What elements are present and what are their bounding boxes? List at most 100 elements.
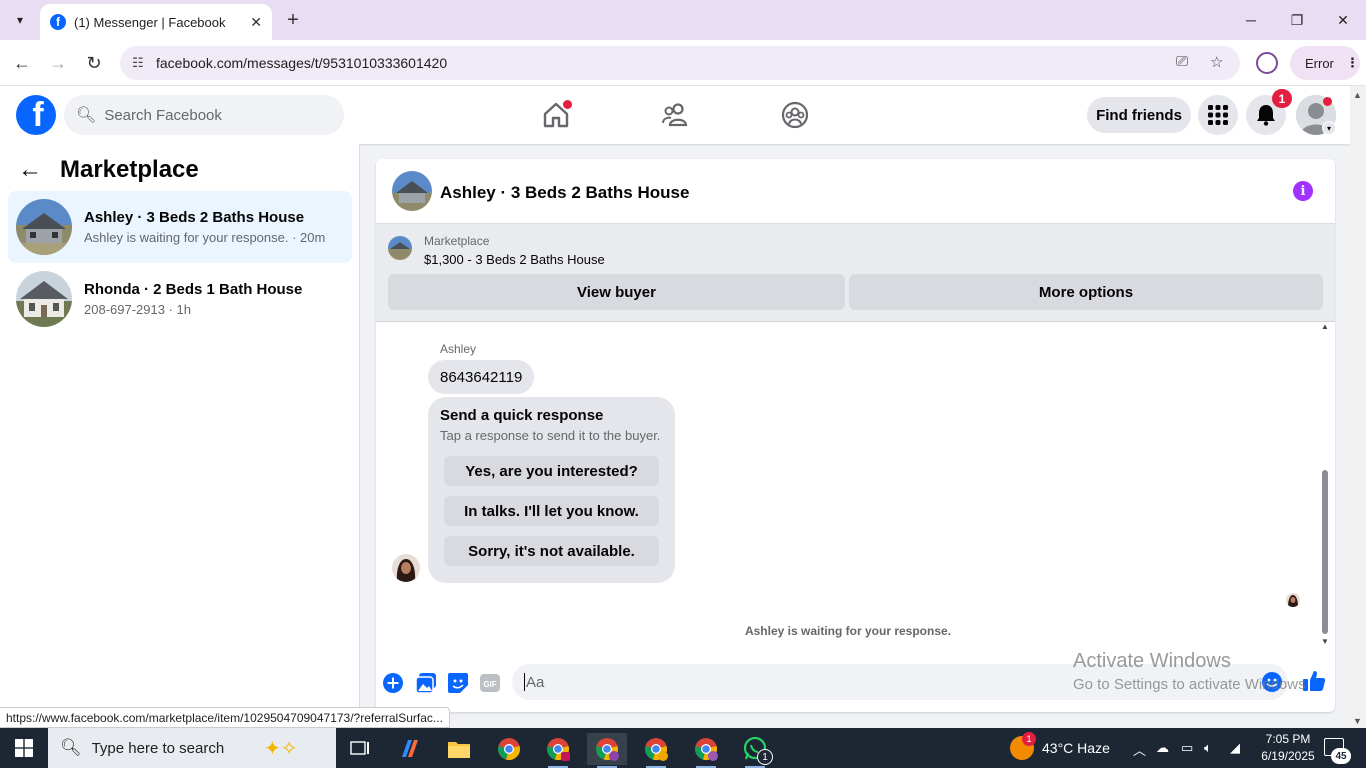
quick-response-option[interactable]: In talks. I'll let you know. [444, 496, 659, 526]
weather-widget[interactable]: 1 43°C Haze [1010, 728, 1110, 768]
profile-icon[interactable] [1256, 52, 1278, 74]
friends-icon[interactable] [661, 100, 691, 130]
tab-search-dropdown-icon[interactable]: ▾ [8, 8, 32, 32]
photo-icon[interactable] [415, 672, 437, 694]
groups-icon[interactable] [780, 100, 810, 130]
listing-thumbnail [388, 236, 412, 260]
watermark-line2: Go to Settings to activate Windows. [1073, 676, 1310, 693]
marketplace-sidebar: ← Marketplace Ashley · 3 Beds 2 Baths Ho… [0, 144, 360, 728]
message-input-placeholder: Aa [526, 673, 545, 691]
account-chevron-icon[interactable]: ▾ [1322, 121, 1336, 135]
chrome-profile-icon[interactable] [636, 733, 676, 768]
view-buyer-button[interactable]: View buyer [388, 274, 845, 310]
whatsapp-badge: 1 [757, 749, 773, 765]
plus-circle-icon[interactable] [382, 672, 404, 694]
marketplace-listing-card: Marketplace $1,300 - 3 Beds 2 Baths Hous… [376, 224, 1335, 322]
address-bar[interactable]: ☷ facebook.com/messages/t/95310103336014… [120, 46, 1240, 80]
waiting-status-text: Ashley is waiting for your response. [744, 624, 952, 638]
new-tab-icon[interactable]: + [282, 8, 304, 32]
find-friends-button[interactable]: Find friends [1087, 97, 1191, 133]
battery-icon[interactable]: ▭ [1181, 740, 1193, 756]
quick-response-option[interactable]: Sorry, it's not available. [444, 536, 659, 566]
listing-label: Marketplace [424, 234, 490, 248]
browser-toolbar: ← → ↻ ☷ facebook.com/messages/t/95310103… [0, 40, 1366, 86]
reload-icon[interactable]: ↻ [82, 51, 106, 75]
account-notification-dot [1323, 97, 1332, 106]
conversation-item-rhonda[interactable]: Rhonda · 2 Beds 1 Bath House 208-697-291… [8, 263, 352, 335]
start-button[interactable] [0, 728, 48, 768]
tab-close-icon[interactable]: ✕ [250, 14, 262, 31]
conversation-item-ashley[interactable]: Ashley · 3 Beds 2 Baths House Ashley is … [8, 191, 352, 263]
facebook-header: f 🔍︎ Search Facebook Find friends 1 ▾ [0, 86, 1350, 144]
bell-icon [1257, 105, 1275, 126]
task-view-icon[interactable] [340, 733, 380, 765]
message-list: Ashley 8643642119 Send a quick response … [376, 322, 1335, 646]
copilot-icon[interactable] [390, 733, 430, 765]
grid-menu-icon [1208, 105, 1228, 125]
quick-response-option[interactable]: Yes, are you interested? [444, 456, 659, 486]
network-icon[interactable]: ◢ [1230, 740, 1240, 756]
more-options-button[interactable]: More options [849, 274, 1323, 310]
facebook-logo[interactable]: f [16, 95, 56, 135]
watermark-line1: Activate Windows [1073, 650, 1231, 672]
back-arrow-icon[interactable]: ← [18, 156, 42, 184]
chat-scrollbar[interactable]: ▲ ▼ [1320, 322, 1330, 646]
windows-taskbar: 🔍︎ Type here to search ✦✧ 1 1 43°C Haze … [0, 728, 1366, 768]
browser-tab[interactable]: f (1) Messenger | Facebook ✕ [40, 4, 272, 40]
install-app-icon[interactable]: ⎚ [1176, 53, 1188, 70]
url-text: facebook.com/messages/t/9531010333601420 [156, 55, 448, 71]
volume-icon[interactable]: 🔈︎ [1204, 740, 1212, 756]
message-bubble[interactable]: 8643642119 [428, 360, 535, 394]
chat-title[interactable]: Ashley · 3 Beds 2 Baths House [440, 183, 689, 203]
home-notification-dot [563, 100, 572, 109]
chat-scrollbar-thumb[interactable] [1322, 470, 1328, 634]
taskbar-search-placeholder: Type here to search [91, 739, 225, 757]
copilot-sparkle-icon: ✦✧ [264, 738, 298, 760]
sender-avatar[interactable] [392, 554, 420, 582]
minimize-icon[interactable]: ─ [1228, 0, 1274, 40]
chat-house-thumbnail[interactable] [392, 171, 432, 211]
forward-icon[interactable]: → [46, 51, 70, 75]
text-caret [524, 673, 525, 691]
file-explorer-icon[interactable] [439, 733, 479, 765]
scroll-up-icon[interactable]: ▲ [1353, 90, 1362, 100]
activate-windows-watermark: Activate Windows Go to Settings to activ… [1073, 650, 1310, 693]
svg-text:GIF: GIF [483, 680, 496, 689]
bookmark-star-icon[interactable]: ☆ [1210, 53, 1223, 71]
weather-badge: 1 [1022, 732, 1036, 746]
scroll-down-icon[interactable]: ▼ [1353, 716, 1362, 726]
chrome-active-icon[interactable] [587, 733, 627, 768]
onedrive-cloud-icon[interactable]: ☁ [1156, 740, 1169, 756]
search-placeholder: Search Facebook [104, 106, 222, 124]
page-scrollbar[interactable]: ▲ ▼ [1350, 86, 1366, 728]
whatsapp-icon[interactable]: 1 [735, 733, 775, 768]
notification-center-count: 45 [1331, 748, 1351, 764]
listing-price-title[interactable]: $1,300 - 3 Beds 2 Baths House [424, 252, 605, 267]
gif-icon[interactable]: GIF [479, 672, 501, 694]
windows-logo-icon [15, 739, 33, 757]
chat-scroll-down-icon[interactable]: ▼ [1321, 637, 1329, 646]
back-icon[interactable]: ← [10, 51, 34, 75]
search-icon: 🔍︎ [76, 107, 97, 124]
profile-error-button[interactable]: Error ⋮ [1290, 46, 1360, 80]
tray-chevron-up-icon[interactable]: ︿ [1133, 740, 1146, 759]
sticker-icon[interactable] [447, 672, 469, 694]
chrome-icon[interactable] [489, 733, 529, 765]
restore-icon[interactable]: ❐ [1274, 0, 1320, 40]
close-window-icon[interactable]: ✕ [1320, 0, 1366, 40]
info-icon[interactable]: i [1293, 181, 1313, 201]
taskbar-clock[interactable]: 7:05 PM 6/19/2025 [1258, 731, 1318, 765]
menu-button[interactable] [1198, 95, 1238, 135]
seen-avatar [1286, 593, 1300, 607]
house-thumbnail [16, 199, 72, 255]
chrome-profile-icon[interactable] [538, 733, 578, 768]
facebook-search-input[interactable]: 🔍︎ Search Facebook [64, 95, 344, 135]
menu-dots-icon: ⋮ [1345, 55, 1359, 70]
taskbar-search[interactable]: 🔍︎ Type here to search ✦✧ [48, 728, 336, 768]
site-info-icon[interactable]: ☷ [132, 55, 144, 71]
chat-scroll-up-icon[interactable]: ▲ [1321, 322, 1329, 331]
conversation-title: Ashley · 3 Beds 2 Baths House [84, 209, 305, 226]
quick-response-card: Send a quick response Tap a response to … [428, 397, 675, 583]
chrome-profile-icon[interactable] [686, 733, 726, 768]
notification-badge: 1 [1272, 89, 1292, 108]
